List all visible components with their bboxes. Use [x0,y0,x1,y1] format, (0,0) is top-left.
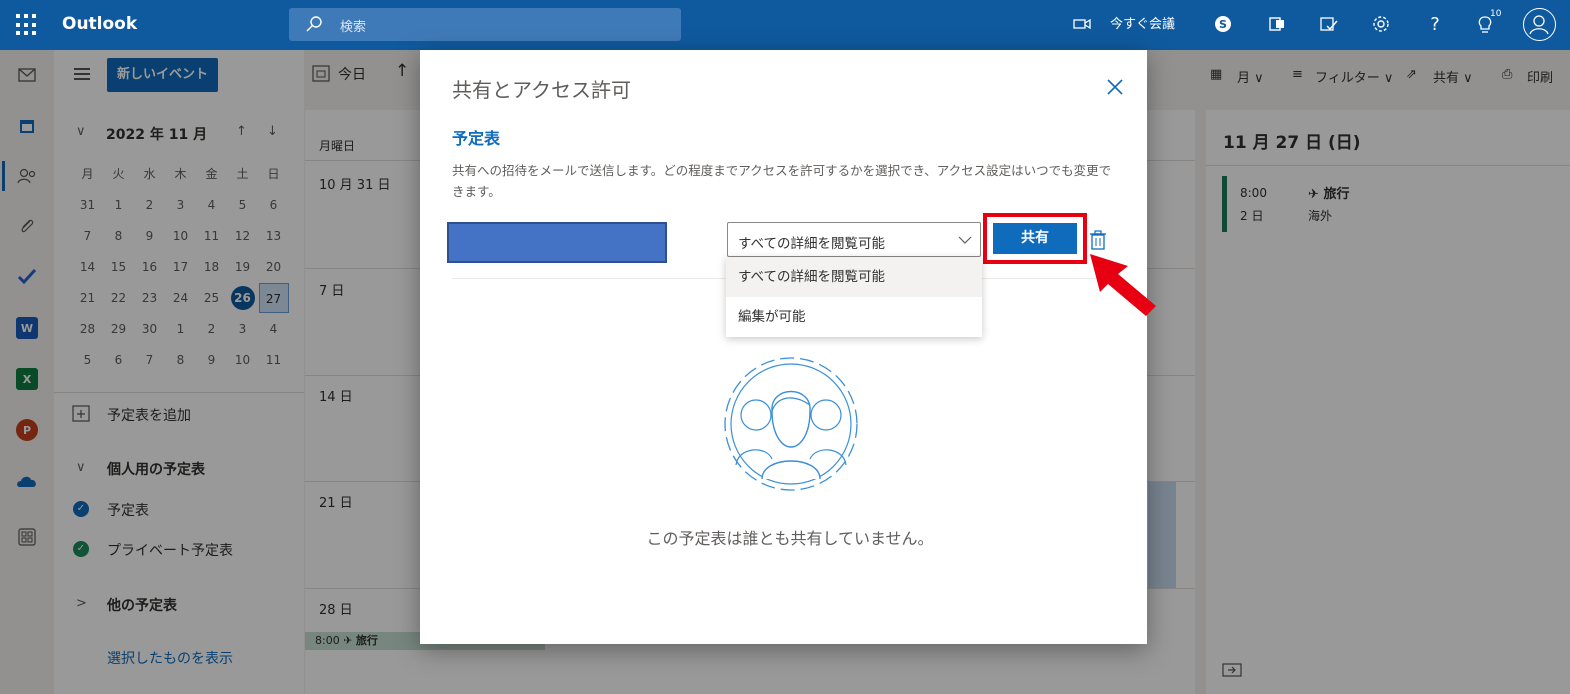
permission-dropdown[interactable]: すべての詳細を閲覧可能 [727,222,981,257]
meet-now-button[interactable]: 今すぐ会議 [1110,13,1175,32]
close-icon[interactable] [1104,76,1126,98]
option-view-all-details[interactable]: すべての詳細を閲覧可能 [726,257,982,297]
permission-value: すべての詳細を閲覧可能 [738,236,886,252]
email-input-redacted[interactable] [447,222,667,263]
search-icon [306,16,322,32]
share-button[interactable]: 共有 [993,223,1077,254]
chevron-down-icon [958,236,972,244]
dialog-title: 共有とアクセス許可 [452,78,631,102]
svg-text:S: S [1219,18,1227,31]
account-avatar[interactable] [1523,8,1556,41]
share-permissions-dialog: 共有とアクセス許可 予定表 共有への招待をメールで送信します。どの程度までアクセ… [420,50,1147,644]
search-box[interactable]: 検索 [289,8,681,41]
annotation-arrow [1090,254,1156,316]
teams-icon[interactable] [1266,13,1288,35]
highlight-box: 共有 [983,213,1087,264]
empty-share-message: この予定表は誰とも共有していません。 [646,529,934,548]
notification-badge: 10 [1490,9,1502,19]
skype-icon[interactable]: S [1212,13,1234,35]
dialog-calendar-name: 予定表 [452,129,501,148]
app-launcher-icon[interactable] [16,14,38,36]
help-icon[interactable]: ? [1424,13,1446,35]
permission-options-menu: すべての詳細を閲覧可能 編集が可能 [726,257,982,337]
dialog-description: 共有への招待をメールで送信します。どの程度までアクセスを許可するかを選択でき、ア… [452,163,1112,199]
todo-icon[interactable] [1318,13,1340,35]
delete-icon[interactable] [1089,230,1107,250]
video-camera-icon[interactable] [1071,13,1093,35]
app-brand[interactable]: Outlook [62,14,137,34]
people-illustration [724,357,858,491]
search-placeholder: 検索 [340,20,367,35]
top-bar: Outlook 検索 今すぐ会議 S ? 10 [0,0,1570,50]
gear-icon[interactable] [1370,13,1392,35]
option-can-edit[interactable]: 編集が可能 [726,297,982,337]
